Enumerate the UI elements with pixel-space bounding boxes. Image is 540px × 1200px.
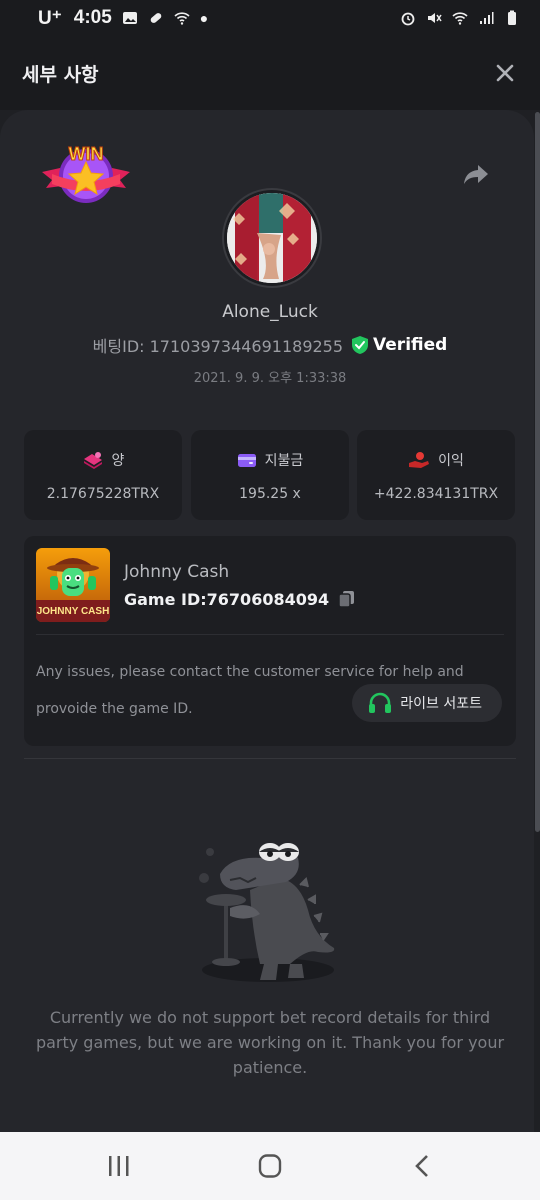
- stat-profit: 이익 +422.834131TRX: [357, 430, 515, 520]
- pill-icon: [150, 13, 162, 23]
- divider: [36, 634, 504, 635]
- wallet-icon: [237, 454, 256, 467]
- win-badge: WIN: [42, 144, 130, 203]
- bet-id: 베팅ID: 1710397344691189255: [92, 337, 344, 356]
- stat-profit-label: 이익: [438, 453, 464, 469]
- battery-icon: [508, 10, 516, 25]
- recent-apps-icon[interactable]: [106, 1154, 132, 1178]
- third-party-notice: Currently we do not support bet record d…: [35, 1008, 505, 1077]
- bet-datetime: 2021. 9. 9. 오후 1:33:38: [193, 371, 347, 386]
- wifi-icon: [452, 12, 468, 25]
- stat-payout-value: 195.25 x: [239, 486, 301, 502]
- avatar-image: [227, 193, 317, 283]
- carrier-label: U⁺: [38, 7, 62, 29]
- stat-amount-value: 2.17675228TRX: [46, 486, 160, 502]
- win-badge-label: WIN: [69, 144, 104, 164]
- scrollbar[interactable]: [535, 112, 540, 832]
- avatar: [224, 190, 320, 286]
- bet-id-row: 베팅ID: 1710397344691189255 Verified: [0, 333, 540, 357]
- game-id-row: Game ID:76706084094: [124, 589, 357, 609]
- copy-icon[interactable]: [337, 589, 357, 609]
- game-name: Johnny Cash: [124, 562, 230, 582]
- alarm-icon: [401, 12, 415, 26]
- headset-icon: [369, 692, 392, 713]
- game-card: JOHNNY CASH Johnny Cash Game ID:76706084…: [24, 536, 516, 746]
- signal-icon: [480, 12, 494, 24]
- notification-dot-icon: ●: [199, 10, 209, 26]
- amount-icon: [83, 452, 102, 469]
- crocodile-illustration: [199, 843, 335, 982]
- stat-payout: 지불금 195.25 x: [191, 430, 349, 520]
- app-header: 세부 사항: [0, 36, 540, 110]
- live-support-button[interactable]: 라이브 서포트: [352, 684, 502, 722]
- username: Alone_Luck: [222, 302, 318, 322]
- home-icon[interactable]: [257, 1154, 283, 1178]
- game-thumbnail[interactable]: JOHNNY CASH: [36, 548, 110, 622]
- profit-hand-icon: [409, 452, 430, 468]
- status-bar: U⁺ 4:05 ●: [0, 0, 540, 36]
- svg-text:JOHNNY CASH: JOHNNY CASH: [37, 606, 110, 617]
- close-icon[interactable]: [494, 62, 516, 84]
- stat-payout-label: 지불금: [264, 453, 304, 469]
- stat-amount-label: 양: [111, 453, 125, 469]
- gallery-icon: [122, 12, 137, 24]
- stat-amount: 양 2.17675228TRX: [24, 430, 182, 520]
- verified-label: Verified: [373, 335, 448, 355]
- stat-profit-value: +422.834131TRX: [373, 486, 499, 502]
- verified-badge: Verified: [351, 335, 447, 355]
- live-support-label: 라이브 서포트: [400, 696, 482, 712]
- clock: 4:05: [73, 7, 112, 28]
- system-nav-bar: [0, 1132, 540, 1200]
- wifi-off-icon: [174, 12, 190, 25]
- game-thumbnail-image: JOHNNY CASH: [36, 548, 110, 622]
- back-icon[interactable]: [410, 1154, 436, 1178]
- share-icon[interactable]: [462, 160, 490, 188]
- verified-shield-icon: [352, 336, 369, 354]
- page-title: 세부 사항: [22, 64, 99, 86]
- game-id: Game ID:76706084094: [124, 589, 330, 609]
- section-divider: [24, 758, 516, 759]
- mute-icon: [428, 13, 442, 23]
